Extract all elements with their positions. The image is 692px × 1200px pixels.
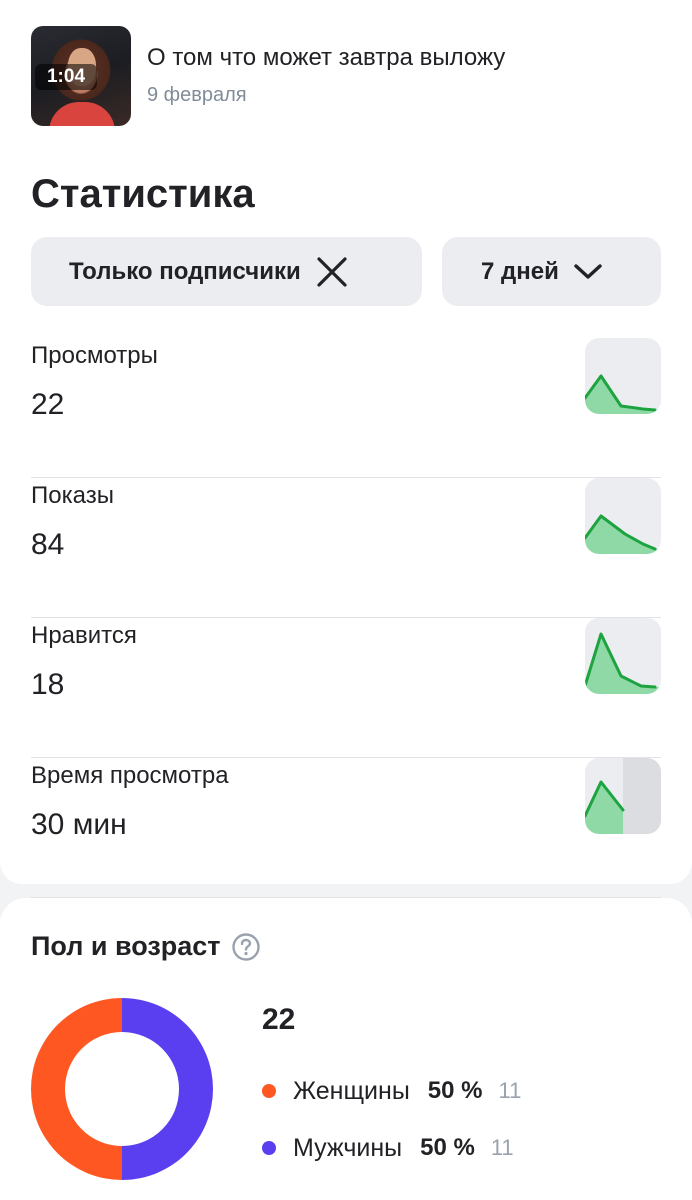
- metric-views-value: 22: [31, 388, 65, 421]
- video-title[interactable]: О том что может завтра выложу: [147, 44, 505, 72]
- legend-men-percent: 50 %: [420, 1134, 475, 1161]
- legend-dot-women: [262, 1084, 276, 1098]
- metric-impressions-label: Показы: [31, 482, 114, 509]
- metric-views-label: Просмотры: [31, 342, 158, 369]
- metric-impressions-sparkline: [585, 478, 661, 554]
- legend-row-men: Мужчины 50 % 11: [262, 1131, 514, 1165]
- close-icon[interactable]: [316, 256, 348, 288]
- metric-views[interactable]: Просмотры 22: [31, 338, 661, 478]
- statistics-card: 1:04 О том что может завтра выложу 9 фев…: [0, 0, 692, 898]
- legend-men-name: Мужчины: [293, 1133, 403, 1162]
- donut-segment-men: [122, 998, 213, 1180]
- chevron-down-icon: [574, 263, 602, 279]
- metric-watch-time[interactable]: Время просмотра 30 мин: [31, 758, 661, 898]
- demographics-title: Пол и возраст: [31, 931, 261, 962]
- legend-women-count: 11: [498, 1078, 522, 1103]
- demographics-title-text: Пол и возраст: [31, 931, 221, 961]
- video-date: 9 февраля: [147, 84, 247, 106]
- audience-filter-label: Только подписчики: [69, 257, 301, 285]
- legend-women-name: Женщины: [293, 1076, 410, 1105]
- metric-likes-value: 18: [31, 668, 65, 701]
- metric-watch-time-value: 30 мин: [31, 808, 127, 841]
- metric-impressions[interactable]: Показы 84: [31, 478, 661, 618]
- legend-men-count: 11: [490, 1135, 514, 1160]
- legend-women-percent: 50 %: [427, 1077, 483, 1104]
- period-filter-label: 7 дней: [481, 257, 559, 285]
- legend-row-women: Женщины 50 % 11: [262, 1074, 521, 1108]
- metric-likes[interactable]: Нравится 18: [31, 618, 661, 758]
- metric-likes-label: Нравится: [31, 622, 137, 649]
- video-duration-badge: 1:04: [35, 64, 97, 90]
- thumbnail-shirt: [49, 102, 115, 126]
- metric-views-sparkline: [585, 338, 661, 414]
- audience-filter-chip[interactable]: Только подписчики: [31, 237, 422, 306]
- metric-likes-sparkline: [585, 618, 661, 694]
- legend-dot-men: [262, 1141, 276, 1155]
- metric-watch-time-label: Время просмотра: [31, 762, 229, 789]
- gender-donut-chart: [31, 998, 213, 1180]
- donut-segment-women: [31, 998, 122, 1180]
- help-icon[interactable]: [231, 932, 261, 962]
- metric-watch-time-sparkline: [585, 758, 661, 834]
- period-filter-chip[interactable]: 7 дней: [442, 237, 661, 306]
- metric-impressions-value: 84: [31, 528, 65, 561]
- statistics-title: Статистика: [31, 172, 255, 216]
- demographics-total: 22: [262, 1003, 296, 1036]
